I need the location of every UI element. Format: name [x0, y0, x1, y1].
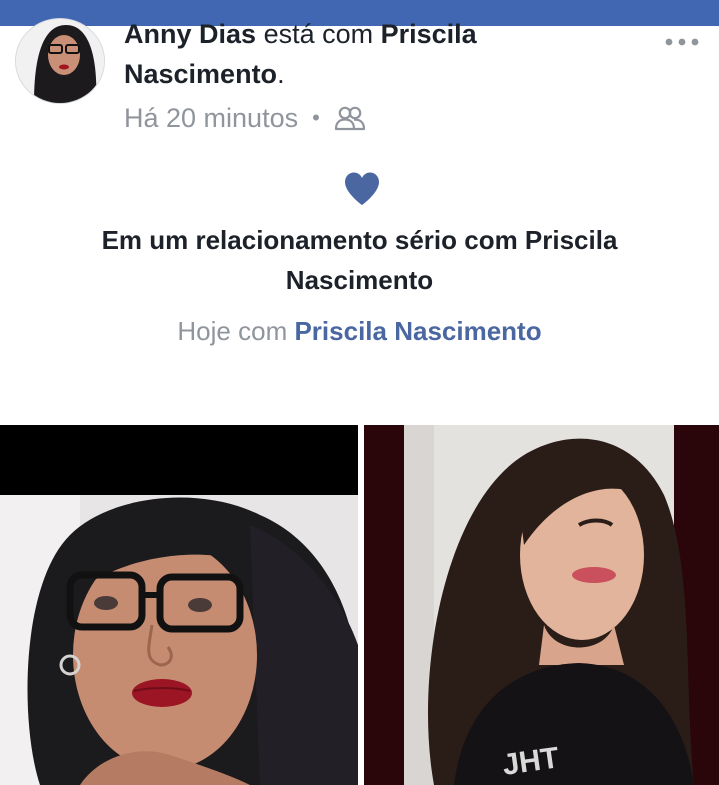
friends-icon	[334, 106, 365, 131]
facebook-post: Anny Dias está com Priscila Nascimento. …	[0, 0, 719, 785]
partner-photo-right[interactable]: JHT	[364, 425, 719, 785]
more-options-button[interactable]	[660, 30, 704, 54]
post-header: Anny Dias está com Priscila Nascimento.	[124, 14, 644, 94]
life-event-date-prefix: Hoje com	[177, 316, 288, 346]
header-period: .	[277, 59, 285, 89]
partner-name-link[interactable]: Priscila Nascimento	[294, 316, 541, 346]
life-event-title: Em um relacionamento sério com Priscila …	[101, 225, 618, 295]
meta-separator: •	[312, 105, 320, 130]
heart-icon	[343, 171, 381, 207]
more-options-icon	[665, 38, 699, 46]
partner-photo-left[interactable]	[0, 425, 358, 785]
with-text: está com	[263, 19, 374, 49]
post-meta: Há 20 minutos •	[124, 100, 366, 136]
author-name[interactable]: Anny Dias	[124, 19, 256, 49]
author-avatar[interactable]	[15, 18, 105, 104]
life-event-date: Hoje com Priscila Nascimento	[0, 312, 719, 350]
post-timestamp[interactable]: Há 20 minutos	[124, 103, 298, 134]
audience-selector[interactable]	[334, 105, 366, 131]
